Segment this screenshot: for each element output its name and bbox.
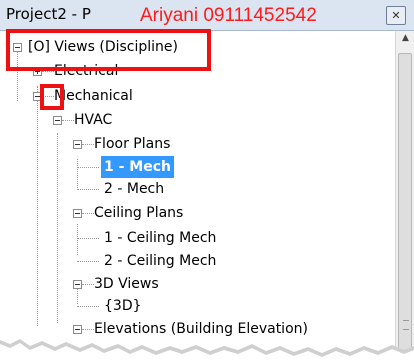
close-icon: ✕: [391, 9, 401, 22]
collapse-toggle-icon[interactable]: [73, 280, 82, 289]
tree-item-label: Mechanical: [54, 88, 133, 104]
collapse-toggle-icon[interactable]: [53, 116, 62, 125]
project-browser-window: Project2 - P Ariyani 09111452542 ✕ [O] V…: [0, 0, 414, 363]
project-browser-tree: [O] Views (Discipline) Electrical Mechan…: [0, 31, 394, 363]
tree-item-label: {3D}: [104, 298, 142, 314]
close-button[interactable]: ✕: [386, 6, 406, 25]
tree-item-label: 2 - Ceiling Mech: [104, 253, 217, 269]
vertical-scrollbar[interactable]: ▲: [395, 31, 414, 363]
scrollbar-thumb[interactable]: [398, 53, 412, 363]
tree-item-label: Ceiling Plans: [94, 205, 184, 221]
tree-item-label: Floor Plans: [94, 136, 171, 152]
watermark-text: Ariyani 09111452542: [140, 5, 317, 26]
tree-item-label: HVAC: [74, 112, 113, 128]
tree-item-ceiling-plans[interactable]: Ceiling Plans: [0, 202, 250, 224]
tree-item-label: 1 - Ceiling Mech: [104, 230, 217, 246]
tree-item-3d-default[interactable]: {3D}: [0, 295, 250, 317]
tree-item-hvac[interactable]: HVAC: [0, 109, 200, 131]
tree-item-2-ceiling-mech[interactable]: 2 - Ceiling Mech: [0, 250, 300, 272]
tree-item-1-ceiling-mech[interactable]: 1 - Ceiling Mech: [0, 227, 300, 249]
tree-item-label: 3D Views: [94, 276, 159, 292]
tree-item-2-mech[interactable]: 2 - Mech: [0, 178, 230, 200]
tree-item-label: 2 - Mech: [104, 181, 165, 197]
highlight-box-mechanical-toggle: [40, 84, 64, 110]
tree-item-mechanical[interactable]: Mechanical: [0, 85, 200, 107]
window-title: Project2 - P: [6, 5, 91, 23]
highlight-box-views-discipline: [6, 29, 211, 71]
tree-item-1-mech[interactable]: 1 - Mech: [0, 156, 230, 178]
tree-item-3d-views[interactable]: 3D Views: [0, 273, 250, 295]
collapse-toggle-icon[interactable]: [73, 209, 82, 218]
tree-item-label-selected: 1 - Mech: [101, 156, 174, 178]
title-bar: Project2 - P Ariyani 09111452542 ✕: [0, 0, 414, 31]
scroll-up-icon[interactable]: ▲: [396, 33, 414, 49]
tree-item-floor-plans[interactable]: Floor Plans: [0, 133, 230, 155]
torn-edge-decoration: [0, 339, 414, 363]
collapse-toggle-icon[interactable]: [73, 140, 82, 149]
